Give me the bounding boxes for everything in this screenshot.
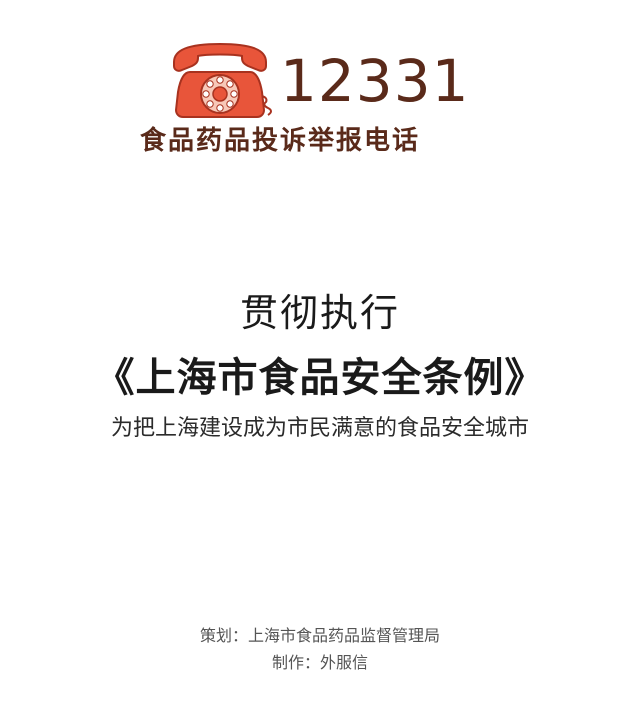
- hotline-number: 12331: [280, 47, 470, 115]
- headline-line-1: 贯彻执行: [239, 291, 400, 335]
- credit-planning: 策划：上海市食品药品监督管理局: [199, 626, 440, 645]
- headline-subtitle: 为把上海建设成为市民满意的食品安全城市: [110, 416, 529, 441]
- hotline-caption: 食品药品投诉举报电话: [140, 126, 421, 156]
- hotline-logo: 12331 食品药品投诉举报电话: [0, 0, 640, 180]
- credit-production: 制作：外服信: [271, 653, 368, 672]
- headline-regulation-title: 《上海市食品安全条例》: [94, 355, 546, 401]
- rotary-phone-icon: [173, 42, 272, 118]
